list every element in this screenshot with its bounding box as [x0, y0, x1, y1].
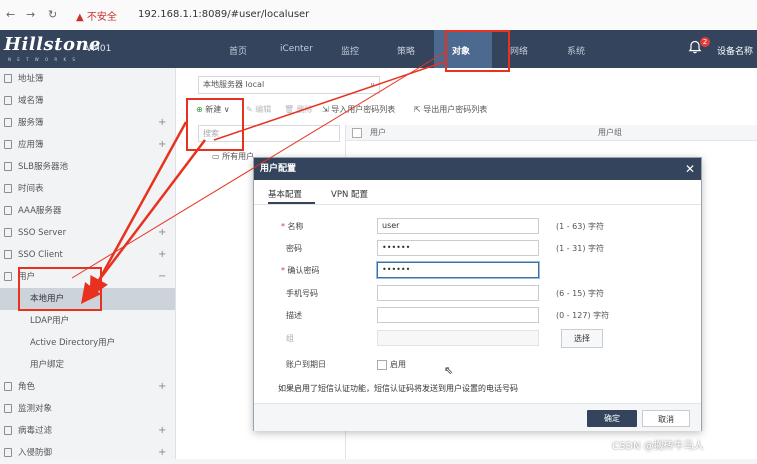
csdn-watermark: CSDN @搬砖牛马人 — [612, 441, 704, 452]
annotation-arrows — [71, 51, 446, 304]
annotation-arrow-box-to-local — [89, 121, 188, 298]
annotation-line-tab-to-local — [71, 51, 446, 279]
